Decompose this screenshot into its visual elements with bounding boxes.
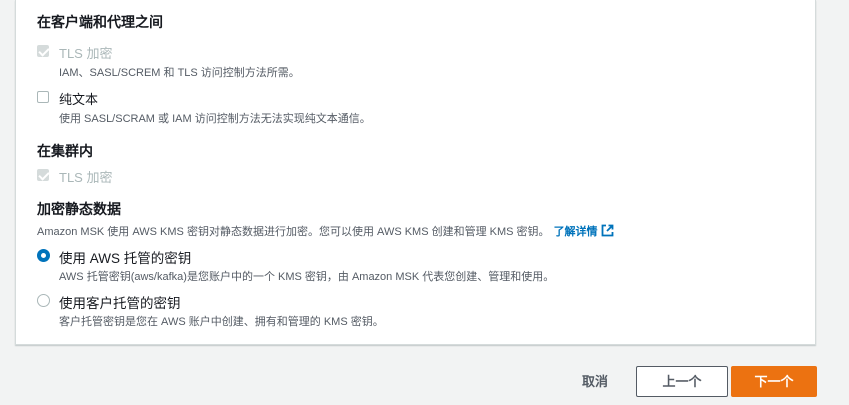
- at-rest-help-text: Amazon MSK 使用 AWS KMS 密钥对静态数据进行加密。您可以使用 …: [37, 223, 614, 240]
- aws-managed-key-description: AWS 托管密钥(aws/kafka)是您账户中的一个 KMS 密钥，由 Ama…: [59, 271, 555, 283]
- cancel-button[interactable]: 取消: [572, 367, 618, 397]
- checkmark-icon: [38, 45, 50, 57]
- customer-managed-key-description: 客户托管密钥是您在 AWS 账户中创建、拥有和管理的 KMS 密钥。: [59, 316, 384, 328]
- plaintext-checkbox[interactable]: [37, 91, 49, 103]
- at-rest-help-body: Amazon MSK 使用 AWS KMS 密钥对静态数据进行加密。您可以使用 …: [37, 226, 550, 238]
- within-cluster-heading: 在集群内: [37, 143, 93, 159]
- tls-encryption-cluster-checkbox[interactable]: [37, 169, 50, 181]
- aws-managed-key-radio[interactable]: [37, 249, 50, 262]
- customer-managed-key-label: 使用客户托管的密钥: [59, 296, 181, 311]
- tls-encryption-client-label: TLS 加密: [59, 46, 113, 61]
- at-rest-heading: 加密静态数据: [37, 201, 121, 217]
- plaintext-description: 使用 SASL/SCRAM 或 IAM 访问控制方法无法实现纯文本通信。: [59, 113, 371, 125]
- previous-button[interactable]: 上一个: [636, 366, 728, 397]
- tls-encryption-client-checkbox[interactable]: [37, 45, 50, 57]
- plaintext-label: 纯文本: [59, 92, 99, 107]
- encryption-settings-panel: 在客户端和代理之间 TLS 加密 IAM、SASL/SCREM 和 TLS 访问…: [15, 0, 816, 345]
- aws-managed-key-label: 使用 AWS 托管的密钥: [59, 251, 192, 266]
- tls-encryption-client-description: IAM、SASL/SCREM 和 TLS 访问控制方法所需。: [59, 67, 300, 79]
- checkmark-icon: [38, 169, 50, 181]
- tls-encryption-cluster-label: TLS 加密: [59, 170, 113, 185]
- learn-more-label: 了解详情: [553, 226, 598, 238]
- client-broker-heading: 在客户端和代理之间: [37, 14, 163, 30]
- next-button[interactable]: 下一个: [731, 366, 817, 397]
- external-link-icon: [601, 224, 614, 240]
- customer-managed-key-radio[interactable]: [37, 294, 50, 307]
- learn-more-link[interactable]: 了解详情: [553, 224, 614, 240]
